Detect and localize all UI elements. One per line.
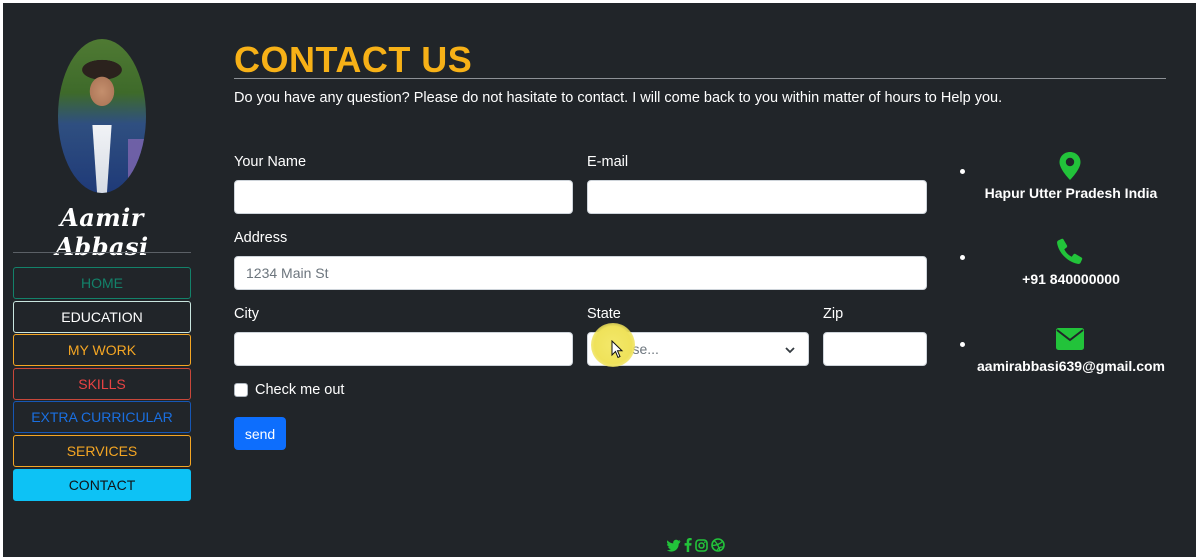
send-button[interactable]: send (234, 417, 286, 450)
nav-education[interactable]: EDUCATION (13, 300, 191, 333)
nav-services[interactable]: SERVICES (13, 434, 191, 467)
twitter-icon[interactable] (667, 539, 681, 552)
sidebar: Aamir Abbasi HOME EDUCATION MY WORK SKIL… (3, 3, 203, 557)
zip-input[interactable] (823, 332, 927, 366)
page-title: CONTACT US (234, 39, 473, 80)
address-label: Address (234, 230, 288, 246)
title-divider (234, 78, 1166, 79)
state-label: State (587, 306, 621, 322)
check-me-out-checkbox[interactable] (234, 383, 248, 397)
social-links (667, 538, 725, 552)
sidebar-divider (13, 252, 191, 253)
nav-contact[interactable]: CONTACT (13, 468, 191, 501)
contact-location: Hapur Utter Pradesh India (984, 185, 1158, 201)
nav-my-work[interactable]: MY WORK (13, 334, 191, 367)
city-input[interactable] (234, 332, 573, 366)
bullet (960, 342, 965, 347)
facebook-icon[interactable] (684, 538, 692, 552)
bullet (960, 169, 965, 174)
location-pin-icon (1059, 152, 1081, 180)
contact-phone: +91 840000000 (1022, 271, 1120, 287)
phone-icon (1057, 238, 1083, 264)
nav-skills[interactable]: SKILLS (13, 367, 191, 400)
avatar (58, 39, 146, 193)
intro-text: Do you have any question? Please do not … (234, 90, 1003, 106)
email-input[interactable] (587, 180, 927, 214)
page: Aamir Abbasi HOME EDUCATION MY WORK SKIL… (3, 3, 1196, 557)
envelope-icon (1056, 328, 1084, 350)
address-input[interactable] (234, 256, 927, 290)
sidebar-nav: HOME EDUCATION MY WORK SKILLS EXTRA CURR… (13, 267, 191, 502)
nav-extra-curricular[interactable]: EXTRA CURRICULAR (13, 401, 191, 434)
contact-email: aamirabbasi639@gmail.com (977, 358, 1165, 374)
instagram-icon[interactable] (695, 538, 708, 552)
bullet (960, 255, 965, 260)
zip-label: Zip (823, 306, 844, 322)
name-input[interactable] (234, 180, 573, 214)
mouse-pointer-icon (611, 340, 624, 359)
dribbble-icon[interactable] (711, 538, 725, 552)
nav-home[interactable]: HOME (13, 267, 191, 299)
name-label: Your Name (234, 154, 307, 170)
email-label: E-mail (587, 154, 629, 170)
chevron-down-icon (785, 347, 795, 354)
check-me-out-label: Check me out (255, 382, 345, 398)
city-label: City (234, 306, 259, 322)
